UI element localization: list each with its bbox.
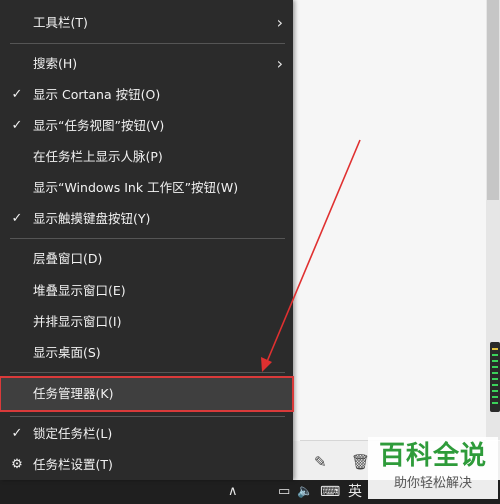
menu-item-search[interactable]: 搜索(H) ›: [0, 49, 293, 79]
menu-item-windows-ink[interactable]: 显示“Windows Ink 工作区”按钮(W): [0, 173, 293, 203]
menu-item-show-people[interactable]: 在任务栏上显示人脉(P): [0, 142, 293, 172]
checkmark-icon: ✓: [11, 426, 23, 441]
menu-item-taskbar-settings[interactable]: ⚙ 任务栏设置(T): [0, 450, 293, 480]
checkmark-icon: ✓: [11, 211, 23, 226]
menu-item-show-desktop[interactable]: 显示桌面(S): [0, 338, 293, 368]
menu-item-cascade-windows[interactable]: 层叠窗口(D): [0, 244, 293, 274]
menu-item-label: 工具栏(T): [33, 15, 88, 30]
scrollbar-thumb[interactable]: [487, 0, 499, 200]
menu-item-lock-taskbar[interactable]: ✓ 锁定任务栏(L): [0, 419, 293, 449]
gear-icon: ⚙: [11, 457, 23, 472]
network-icon[interactable]: ▭: [278, 482, 290, 502]
menu-item-label: 显示触摸键盘按钮(Y): [33, 211, 151, 226]
menu-item-label: 层叠窗口(D): [33, 251, 103, 266]
menu-item-label: 任务栏设置(T): [33, 457, 113, 472]
menu-item-label: 堆叠显示窗口(E): [33, 283, 126, 298]
taskbar-context-menu: 工具栏(T) › 搜索(H) › ✓ 显示 Cortana 按钮(O) ✓ 显示…: [0, 0, 294, 480]
menu-item-label: 显示“Windows Ink 工作区”按钮(W): [33, 180, 239, 195]
menu-item-toolbars[interactable]: 工具栏(T) ›: [0, 8, 293, 38]
watermark-subtitle: 助你轻松解决: [393, 476, 472, 491]
menu-item-task-manager[interactable]: 任务管理器(K): [0, 376, 294, 412]
menu-item-label: 并排显示窗口(I): [33, 314, 122, 329]
language-indicator[interactable]: 英: [348, 482, 362, 502]
menu-separator: [10, 43, 285, 44]
menu-separator: [10, 416, 285, 417]
menu-item-show-cortana[interactable]: ✓ 显示 Cortana 按钮(O): [0, 80, 293, 110]
menu-item-label: 锁定任务栏(L): [33, 426, 113, 441]
checkmark-icon: ✓: [11, 118, 23, 133]
menu-item-side-by-side[interactable]: 并排显示窗口(I): [0, 307, 293, 337]
menu-item-label: 在任务栏上显示人脉(P): [33, 149, 163, 164]
volume-icon[interactable]: 🔈: [297, 482, 313, 502]
menu-separator: [10, 372, 285, 373]
menu-item-touch-keyboard[interactable]: ✓ 显示触摸键盘按钮(Y): [0, 204, 293, 234]
chevron-up-icon[interactable]: ∧: [228, 482, 238, 502]
menu-item-label: 搜索(H): [33, 56, 78, 71]
menu-item-label: 显示“任务视图”按钮(V): [33, 118, 165, 133]
menu-item-label: 显示 Cortana 按钮(O): [33, 87, 161, 102]
menu-item-label: 任务管理器(K): [33, 386, 114, 401]
menu-item-stack-windows[interactable]: 堆叠显示窗口(E): [0, 276, 293, 306]
watermark-logo: 百科全说: [378, 441, 487, 471]
keyboard-icon[interactable]: ⌨: [320, 482, 340, 502]
menu-separator: [10, 238, 285, 239]
menu-item-label: 显示桌面(S): [33, 345, 101, 360]
chevron-right-icon: ›: [276, 54, 283, 73]
pen-icon[interactable]: ✎: [314, 453, 327, 471]
chevron-right-icon: ›: [276, 13, 283, 32]
volume-meter: [490, 342, 500, 412]
background-window: [293, 0, 500, 504]
checkmark-icon: ✓: [11, 87, 23, 102]
menu-item-task-view[interactable]: ✓ 显示“任务视图”按钮(V): [0, 111, 293, 141]
